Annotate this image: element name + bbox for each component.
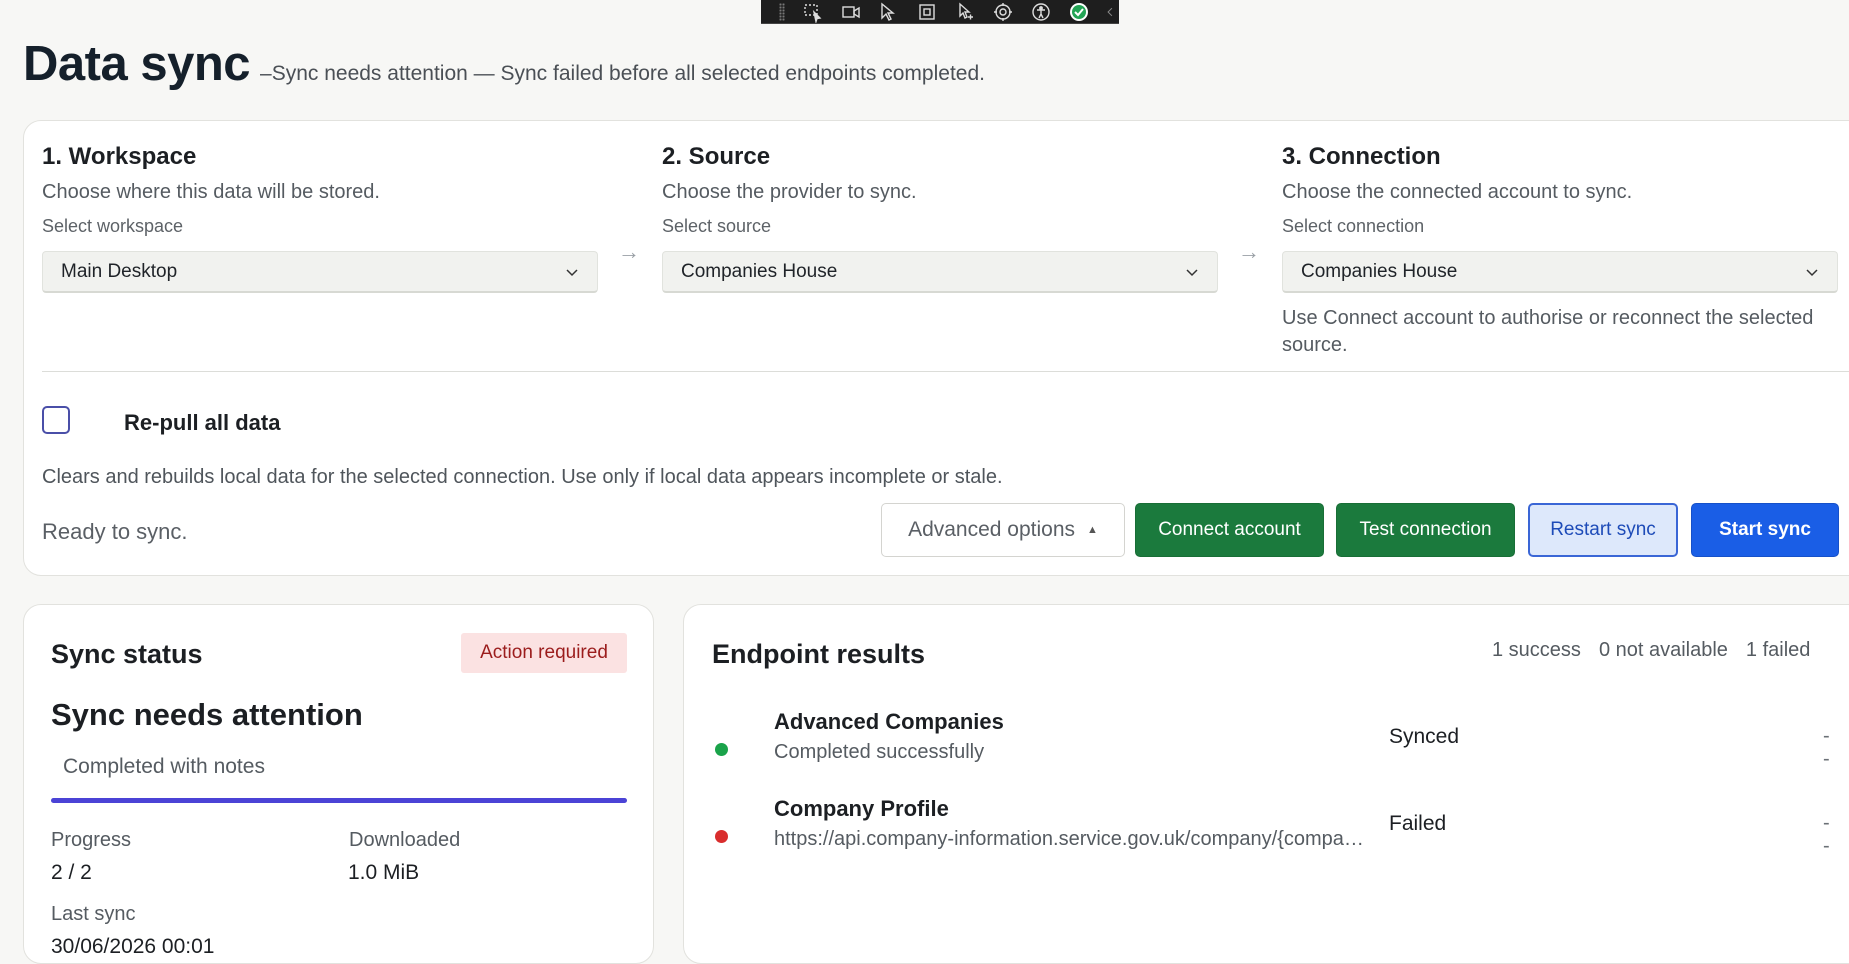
endpoint-detail: Completed successfully (774, 741, 985, 763)
select-region-icon[interactable] (799, 1, 827, 23)
page-header: Data sync –Sync needs attention — Sync f… (23, 36, 985, 92)
downloaded-value: 1.0 MiB (348, 861, 420, 884)
page-subtitle: –Sync needs attention — Sync failed befo… (260, 62, 985, 85)
chevron-down-icon (566, 268, 578, 276)
step-source-description: Choose the provider to sync. (662, 181, 917, 203)
step-connection-title: 3. Connection (1282, 143, 1441, 170)
endpoint-name: Advanced Companies (774, 709, 1004, 734)
endpoint-counts: 1 success 0 not available 1 failed (1492, 639, 1810, 662)
test-connection-button[interactable]: Test connection (1336, 503, 1515, 557)
sync-setup-card: 1. Workspace Choose where this data will… (23, 120, 1849, 576)
failed-count: 1 failed (1745, 639, 1811, 661)
ready-status-text: Ready to sync. (42, 519, 188, 544)
step-workspace-description: Choose where this data will be stored. (42, 181, 380, 203)
caret-up-icon: ▲ (1087, 524, 1098, 536)
connection-select-value: Companies House (1301, 260, 1458, 282)
status-dot-icon (715, 830, 728, 843)
connection-help-text: Use Connect account to authorise or reco… (1282, 307, 1814, 356)
advanced-options-button[interactable]: Advanced options ▲ (881, 503, 1125, 557)
endpoint-results-card: Endpoint results 1 success 0 not availab… (683, 604, 1849, 964)
cursor-icon[interactable] (875, 1, 903, 23)
toolbar-grip[interactable] (779, 2, 785, 21)
source-select-value: Companies House (681, 260, 838, 282)
page-title: Data sync (23, 37, 251, 91)
check-circle-icon[interactable] (1065, 1, 1093, 23)
endpoint-extra: - - (1823, 812, 1836, 857)
last-sync-label: Last sync (51, 903, 136, 925)
repull-checkbox[interactable] (42, 406, 70, 434)
connection-select-label: Select connection (1282, 216, 1425, 236)
workspace-select-label: Select workspace (42, 216, 184, 236)
workspace-select[interactable]: Main Desktop (42, 251, 598, 293)
workspace-select-value: Main Desktop (61, 260, 178, 282)
restart-sync-button[interactable]: Restart sync (1528, 503, 1678, 557)
cursor-step-icon[interactable] (951, 1, 979, 23)
settings-cycle-icon[interactable] (989, 1, 1017, 23)
video-icon[interactable] (837, 1, 865, 23)
collapse-chevron-icon[interactable] (1103, 1, 1117, 23)
frame-icon[interactable] (913, 1, 941, 23)
progress-label: Progress (51, 829, 132, 851)
repull-label[interactable]: Re-pull all data (124, 410, 280, 436)
step-source-title: 2. Source (662, 143, 771, 170)
endpoint-row[interactable]: Advanced Companies Completed successfull… (712, 709, 1832, 775)
status-note: Completed with notes (63, 755, 265, 778)
connection-select[interactable]: Companies House (1282, 251, 1838, 293)
last-sync-value: 30/06/2026 00:01 (51, 935, 215, 958)
progress-value: 2 / 2 (51, 861, 92, 884)
sync-status-card: Sync status Action required Sync needs a… (23, 604, 654, 964)
not-available-count: 0 not available (1598, 639, 1728, 661)
endpoint-status: Synced (1389, 725, 1460, 748)
downloaded-label: Downloaded (349, 829, 461, 851)
chevron-down-icon (1806, 268, 1818, 276)
chevron-down-icon (1186, 268, 1198, 276)
sync-status-title: Sync status (51, 639, 203, 669)
step-connection: 3. Connection Choose the connected accou… (1282, 143, 1838, 359)
step-connection-description: Choose the connected account to sync. (1282, 181, 1633, 203)
endpoint-detail: https://api.company-information.service.… (774, 828, 1364, 850)
status-headline: Sync needs attention (51, 697, 363, 732)
endpoint-results-title: Endpoint results (712, 639, 926, 669)
connect-account-button[interactable]: Connect account (1135, 503, 1324, 557)
status-dot-icon (715, 743, 728, 756)
source-select[interactable]: Companies House (662, 251, 1218, 293)
floating-toolbar (761, 0, 1119, 24)
advanced-options-label: Advanced options (908, 518, 1076, 541)
status-badge: Action required (461, 633, 627, 673)
step-source: 2. Source Choose the provider to sync. S… (662, 143, 1218, 293)
section-divider (42, 371, 1849, 372)
step-workspace-title: 1. Workspace (42, 143, 197, 170)
endpoint-status: Failed (1389, 812, 1447, 835)
accessibility-icon[interactable] (1027, 1, 1055, 23)
progress-bar (51, 798, 627, 803)
step-workspace: 1. Workspace Choose where this data will… (42, 143, 598, 293)
success-count: 1 success (1492, 639, 1581, 661)
progress-bar-fill (51, 798, 627, 803)
repull-description: Clears and rebuilds local data for the s… (42, 466, 1003, 488)
step-arrow-icon: → (618, 239, 640, 264)
endpoint-name: Company Profile (774, 796, 949, 821)
step-arrow-icon: → (1238, 239, 1260, 264)
endpoint-row[interactable]: Company Profile https://api.company-info… (712, 796, 1832, 862)
source-select-label: Select source (662, 216, 772, 236)
endpoint-extra: - - (1823, 725, 1836, 770)
start-sync-button[interactable]: Start sync (1691, 503, 1839, 557)
